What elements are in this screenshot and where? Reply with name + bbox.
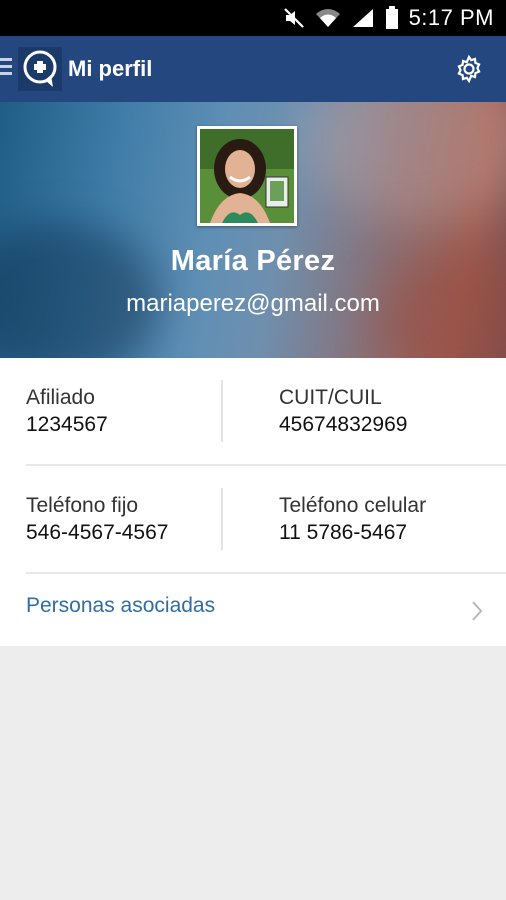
cuit-value: 45674832969 xyxy=(279,413,408,436)
profile-name: María Pérez xyxy=(170,245,336,277)
status-bar: 5:17 PM xyxy=(0,0,506,36)
telefono-celular-label: Teléfono celular xyxy=(279,494,427,517)
cuit-field: CUIT/CUIL 45674832969 xyxy=(279,385,499,439)
status-icons: 5:17 PM xyxy=(283,0,494,36)
afiliado-label: Afiliado xyxy=(26,386,95,409)
telefono-fijo-field: Teléfono fijo 546-4567-4567 xyxy=(26,493,246,547)
telefono-celular-field: Teléfono celular 11 5786-5467 xyxy=(279,493,499,547)
cuit-label: CUIT/CUIL xyxy=(279,386,382,409)
avatar[interactable] xyxy=(197,126,297,226)
app-bar: Mi perfil xyxy=(0,36,506,102)
profile-header: María Pérez mariaperez@gmail.com xyxy=(0,102,506,358)
afiliado-value: 1234567 xyxy=(26,413,108,436)
column-divider xyxy=(221,488,223,550)
nav-drawer-icon[interactable] xyxy=(0,58,14,78)
wifi-icon xyxy=(315,9,340,27)
personas-asociadas-label: Personas asociadas xyxy=(26,594,216,617)
profile-details-card: Afiliado 1234567 CUIT/CUIL 45674832969 T… xyxy=(0,358,506,646)
profile-photo xyxy=(200,129,294,223)
signal-icon xyxy=(352,9,373,27)
afiliado-field: Afiliado 1234567 xyxy=(26,385,246,439)
medical-plus-logo-icon[interactable] xyxy=(18,47,62,91)
mute-icon xyxy=(283,8,304,28)
telefono-fijo-label: Teléfono fijo xyxy=(26,494,139,517)
column-divider xyxy=(221,380,223,442)
profile-email: mariaperez@gmail.com xyxy=(126,290,380,317)
telefono-celular-value: 11 5786-5467 xyxy=(279,521,408,544)
personas-asociadas-row[interactable]: Personas asociadas xyxy=(0,574,506,646)
chevron-right-icon xyxy=(472,601,483,621)
telefono-fijo-value: 546-4567-4567 xyxy=(26,521,169,544)
status-time: 5:17 PM xyxy=(408,5,494,30)
battery-icon xyxy=(385,6,398,29)
row-divider xyxy=(26,464,506,466)
gear-icon[interactable] xyxy=(454,54,484,84)
page-title: Mi perfil xyxy=(68,56,153,81)
